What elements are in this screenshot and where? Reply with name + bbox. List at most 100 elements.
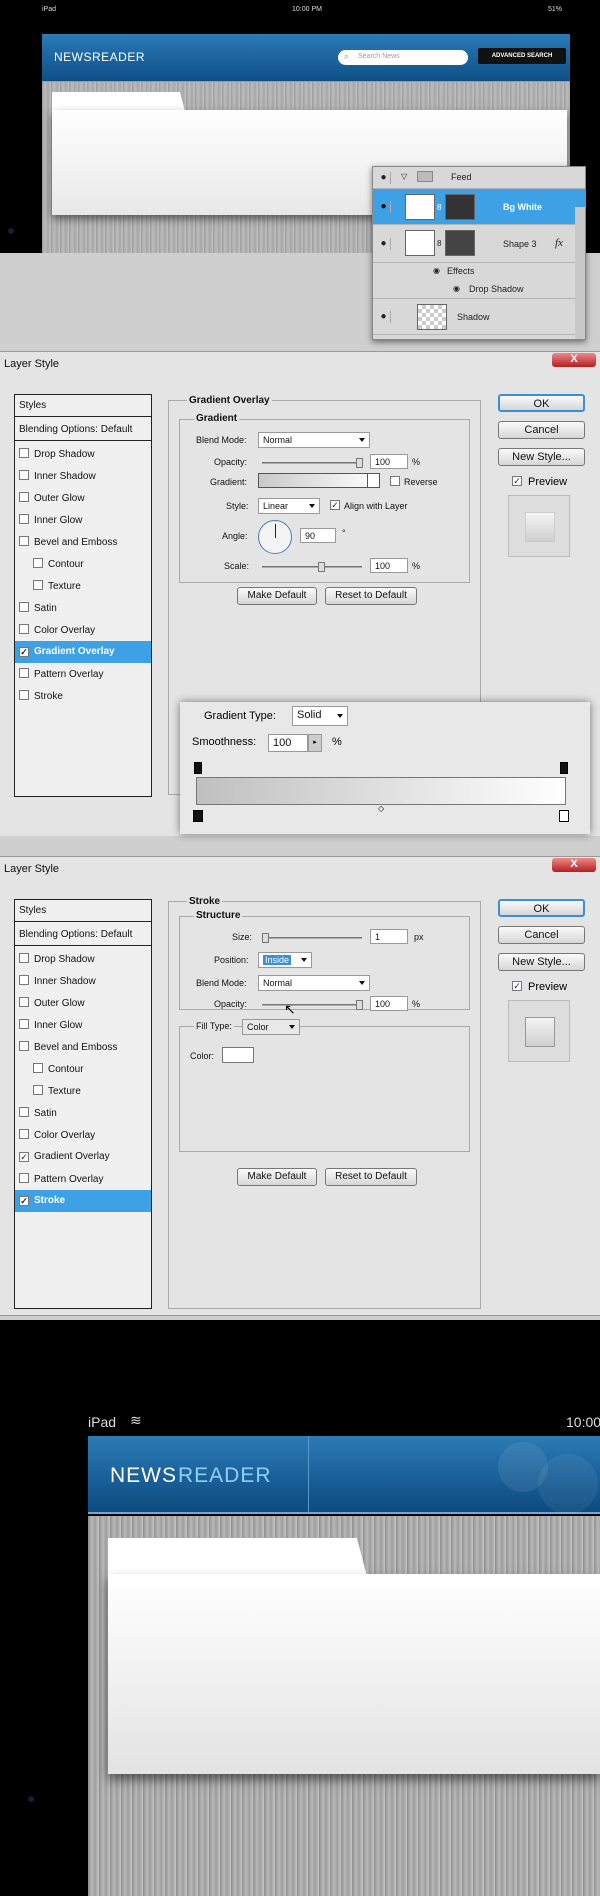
checkbox[interactable]: [19, 1019, 29, 1029]
blending-options-item[interactable]: Blending Options: Default: [15, 419, 151, 441]
checkbox[interactable]: [19, 624, 29, 634]
opacity-slider[interactable]: [262, 1000, 363, 1010]
position-select[interactable]: Inside: [258, 952, 312, 968]
bevel-emboss-item[interactable]: Bevel and Emboss: [15, 531, 151, 553]
checkbox[interactable]: [19, 448, 29, 458]
scale-slider[interactable]: [262, 562, 362, 572]
checkbox-checked[interactable]: ✓: [19, 1196, 29, 1206]
texture-item[interactable]: Texture: [15, 1080, 151, 1102]
opacity-input[interactable]: 100: [370, 996, 408, 1011]
chevron-down-icon[interactable]: [367, 474, 379, 487]
pattern-overlay-item[interactable]: Pattern Overlay: [15, 1168, 151, 1190]
eye-icon[interactable]: ●: [377, 172, 391, 184]
preview-checkbox[interactable]: ✓: [512, 476, 522, 486]
styles-header[interactable]: Styles: [15, 900, 151, 922]
layer-bg-white[interactable]: ● 8 Bg White: [373, 189, 585, 225]
styles-header[interactable]: Styles: [15, 395, 151, 417]
inner-shadow-item[interactable]: Inner Shadow: [15, 465, 151, 487]
make-default-button[interactable]: Make Default: [237, 1168, 317, 1186]
checkbox[interactable]: [19, 975, 29, 985]
new-style-button[interactable]: New Style...: [498, 448, 585, 466]
outer-glow-item[interactable]: Outer Glow: [15, 992, 151, 1014]
gradient-overlay-item[interactable]: ✓ Gradient Overlay: [15, 1146, 151, 1168]
checkbox[interactable]: [19, 536, 29, 546]
gradient-overlay-item[interactable]: ✓ Gradient Overlay: [15, 641, 151, 663]
close-button[interactable]: X: [552, 353, 596, 367]
size-slider[interactable]: [262, 933, 362, 943]
color-stop-right[interactable]: [559, 810, 569, 822]
scale-input[interactable]: 100: [370, 558, 408, 573]
layer-shape-3[interactable]: ● 8 Shape 3 fx: [373, 225, 585, 263]
checkbox[interactable]: [19, 492, 29, 502]
eye-icon[interactable]: ●: [377, 311, 391, 323]
blend-mode-select[interactable]: Normal: [258, 432, 370, 448]
ok-button[interactable]: OK: [498, 394, 585, 412]
search-input[interactable]: Search News: [338, 50, 468, 65]
eye-icon[interactable]: ●: [377, 238, 391, 250]
midpoint-diamond-icon[interactable]: ◇: [378, 804, 384, 813]
angle-input[interactable]: 90: [300, 528, 336, 543]
color-overlay-item[interactable]: Color Overlay: [15, 1124, 151, 1146]
style-select[interactable]: Linear: [258, 498, 320, 514]
chevron-down-icon[interactable]: ▽: [401, 172, 407, 181]
opacity-slider[interactable]: [262, 458, 363, 468]
color-stop-left[interactable]: [193, 810, 203, 822]
checkbox[interactable]: [19, 668, 29, 678]
reverse-checkbox[interactable]: [390, 476, 400, 486]
size-input[interactable]: 1: [370, 929, 408, 944]
slider-handle[interactable]: [318, 562, 325, 572]
color-swatch[interactable]: [222, 1047, 254, 1063]
drop-shadow-item[interactable]: Drop Shadow: [15, 948, 151, 970]
opacity-stop-right[interactable]: [560, 762, 568, 774]
reset-default-button[interactable]: Reset to Default: [325, 1168, 417, 1186]
checkbox[interactable]: [19, 953, 29, 963]
slider-handle[interactable]: [262, 933, 269, 943]
checkbox[interactable]: [19, 997, 29, 1007]
align-layer-checkbox[interactable]: ✓: [330, 500, 340, 510]
checkbox[interactable]: [33, 1085, 43, 1095]
checkbox[interactable]: [19, 602, 29, 612]
blend-mode-select[interactable]: Normal: [258, 975, 370, 991]
effects-row[interactable]: ◉ Effects: [373, 263, 585, 281]
texture-item[interactable]: Texture: [15, 575, 151, 597]
inner-glow-item[interactable]: Inner Glow: [15, 509, 151, 531]
opacity-input[interactable]: 100: [370, 454, 408, 469]
checkbox[interactable]: [19, 470, 29, 480]
checkbox-checked[interactable]: ✓: [19, 1152, 29, 1162]
reset-default-button[interactable]: Reset to Default: [325, 587, 417, 605]
advanced-search-button[interactable]: ADVANCED SEARCH: [478, 48, 566, 64]
eye-icon[interactable]: ●: [377, 201, 391, 213]
fill-type-select[interactable]: Color: [242, 1019, 300, 1035]
color-overlay-item[interactable]: Color Overlay: [15, 619, 151, 641]
layer-shadow[interactable]: ● Shadow: [373, 299, 585, 335]
eye-icon[interactable]: ◉: [433, 266, 440, 275]
ok-button[interactable]: OK: [498, 899, 585, 917]
bevel-emboss-item[interactable]: Bevel and Emboss: [15, 1036, 151, 1058]
inner-shadow-item[interactable]: Inner Shadow: [15, 970, 151, 992]
outer-glow-item[interactable]: Outer Glow: [15, 487, 151, 509]
make-default-button[interactable]: Make Default: [237, 587, 317, 605]
checkbox[interactable]: [33, 558, 43, 568]
stroke-item[interactable]: Stroke: [15, 685, 151, 707]
close-button[interactable]: X: [552, 858, 596, 872]
layers-scrollbar[interactable]: [575, 207, 585, 339]
checkbox[interactable]: [19, 1107, 29, 1117]
preview-checkbox[interactable]: ✓: [512, 981, 522, 991]
slider-handle[interactable]: [356, 458, 363, 468]
blending-options-item[interactable]: Blending Options: Default: [15, 924, 151, 946]
contour-item[interactable]: Contour: [15, 553, 151, 575]
chevron-right-icon[interactable]: ▸: [308, 734, 322, 752]
inner-glow-item[interactable]: Inner Glow: [15, 1014, 151, 1036]
cancel-button[interactable]: Cancel: [498, 421, 585, 439]
slider-handle[interactable]: [356, 1000, 363, 1010]
smoothness-input[interactable]: 100: [268, 734, 308, 752]
stroke-item[interactable]: ✓ Stroke: [15, 1190, 151, 1212]
contour-item[interactable]: Contour: [15, 1058, 151, 1080]
checkbox-checked[interactable]: ✓: [19, 647, 29, 657]
checkbox[interactable]: [19, 690, 29, 700]
checkbox[interactable]: [19, 1173, 29, 1183]
gradient-picker[interactable]: [258, 473, 380, 488]
checkbox[interactable]: [33, 580, 43, 590]
drop-shadow-effect-row[interactable]: ◉ Drop Shadow: [373, 281, 585, 299]
checkbox[interactable]: [33, 1063, 43, 1073]
